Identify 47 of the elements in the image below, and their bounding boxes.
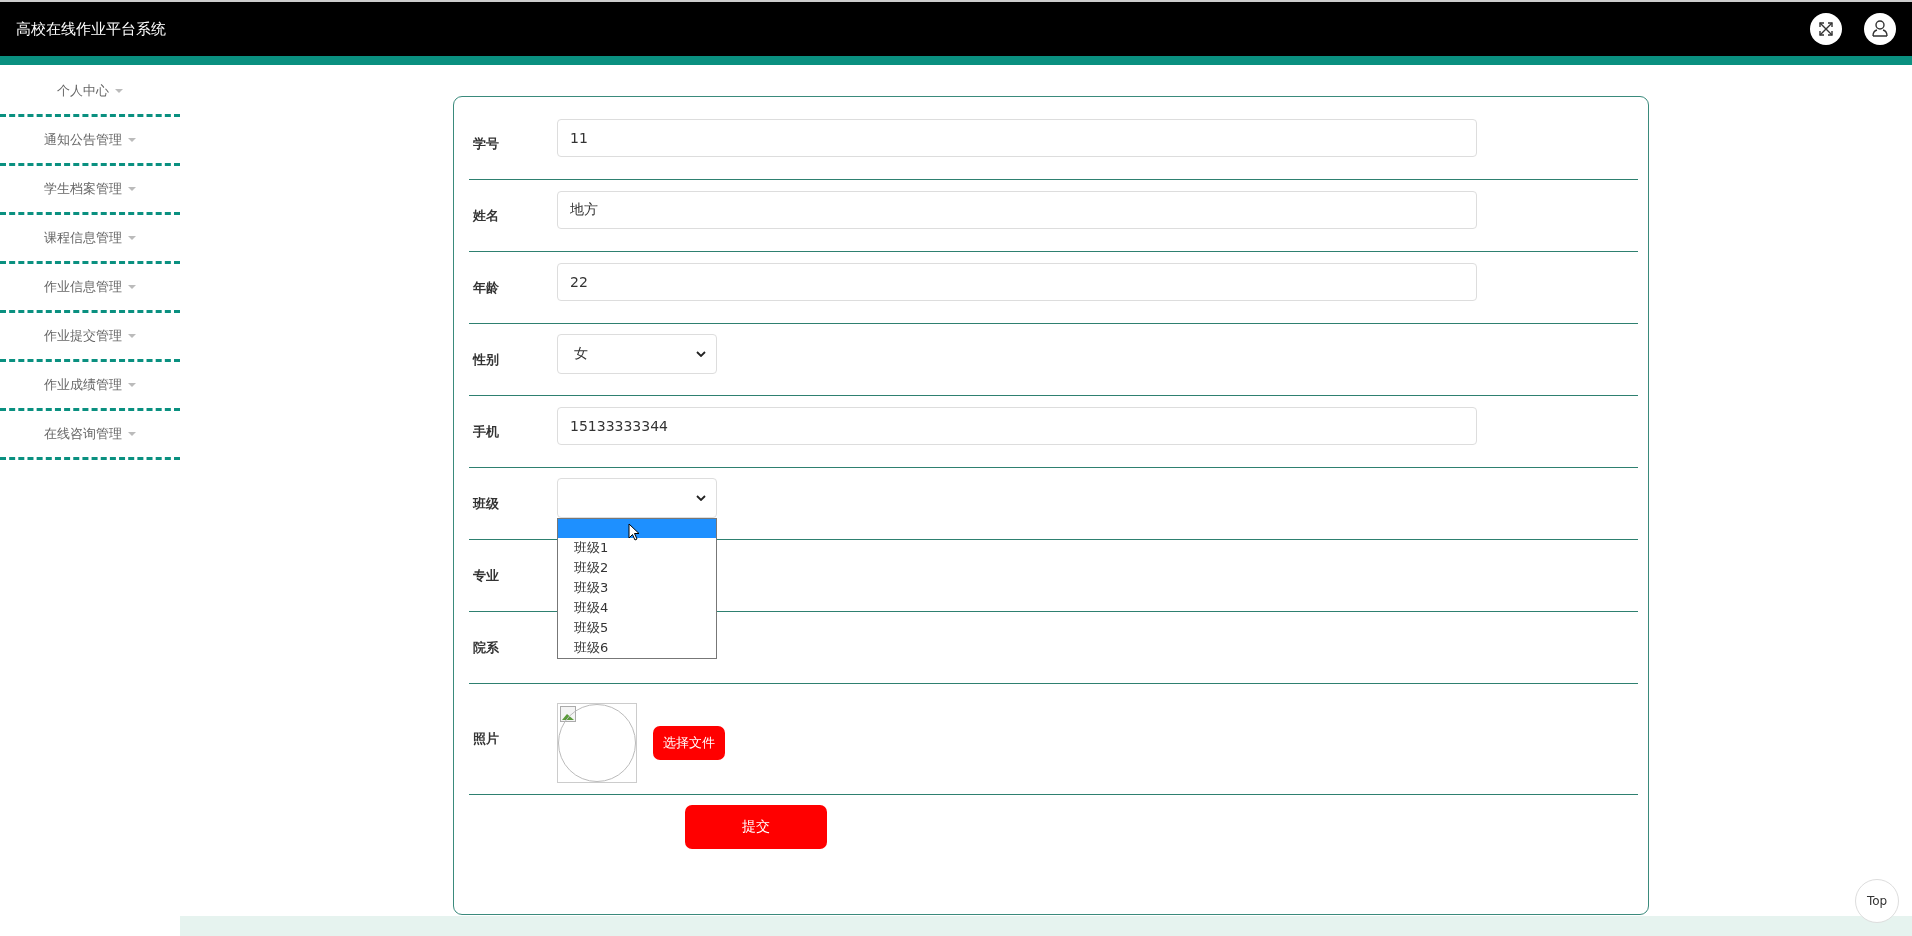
sidebar-item[interactable]: 通知公告管理 (0, 117, 180, 166)
caret-icon (128, 138, 136, 142)
dropdown-option[interactable]: 班级2 (558, 557, 716, 578)
caret-icon (115, 89, 123, 93)
choose-file-button[interactable]: 选择文件 (653, 726, 725, 760)
dropdown-option[interactable]: 班级5 (558, 617, 716, 638)
caret-icon (128, 432, 136, 436)
field-label: 年龄 (472, 278, 500, 297)
broken-image-icon (560, 706, 576, 722)
sidebar-item[interactable]: 课程信息管理 (0, 215, 180, 264)
sidebar-item[interactable]: 作业提交管理 (0, 313, 180, 362)
caret-icon (128, 187, 136, 191)
app-title: 高校在线作业平台系统 (16, 19, 166, 39)
field-label: 照片 (472, 730, 500, 748)
input-field[interactable]: 11 (557, 118, 1477, 157)
input-field[interactable]: 22 (557, 262, 1477, 301)
field-label: 性别 (471, 350, 500, 369)
caret-icon (128, 236, 136, 240)
sidebar-item[interactable]: 作业信息管理 (0, 264, 180, 313)
chevron-icon (696, 494, 706, 501)
user-icon[interactable] (1864, 13, 1896, 45)
field-label: 专业 (472, 566, 500, 585)
input-field[interactable]: 地方 (557, 190, 1477, 229)
select-field[interactable]: 女 (557, 333, 717, 374)
field-label: 手机 (472, 422, 500, 441)
sidebar-item[interactable]: 作业成绩管理 (0, 362, 180, 411)
input-field[interactable]: 15133333344 (557, 406, 1477, 445)
back-to-top-button[interactable]: Top (1855, 879, 1899, 923)
sidebar-item[interactable]: 在线咨询管理 (0, 411, 180, 460)
dropdown-option[interactable]: 班级3 (558, 577, 716, 598)
field-label: 姓名 (472, 206, 500, 225)
field-label: 班级 (471, 494, 500, 513)
pointer-icon (628, 522, 640, 541)
caret-icon (128, 334, 136, 338)
submit-button[interactable]: 提交 (685, 805, 827, 849)
sidebar-item[interactable]: 学生档案管理 (0, 166, 180, 215)
field-label: 学号 (472, 134, 500, 153)
sidebar-item[interactable]: 个人中心 (0, 68, 180, 117)
dropdown-option[interactable]: 班级4 (558, 597, 716, 618)
caret-icon (128, 383, 136, 387)
chevron-icon (696, 350, 706, 357)
field-label: 院系 (472, 638, 500, 657)
dropdown-option[interactable]: 班级1 (558, 537, 716, 558)
select-field[interactable] (557, 477, 717, 518)
dropdown-option[interactable]: 班级6 (558, 637, 716, 658)
fullscreen-icon[interactable] (1810, 13, 1842, 45)
caret-icon (128, 285, 136, 289)
